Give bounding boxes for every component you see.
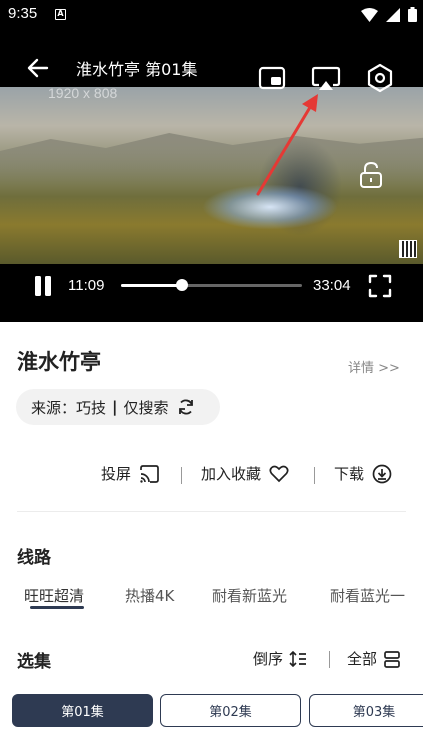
- favorite-label: 加入收藏: [201, 465, 262, 483]
- source-pill[interactable]: 来源：巧技 | 仅搜索: [16, 389, 220, 425]
- seek-bar-handle[interactable]: [175, 279, 188, 291]
- back-arrow-icon: [27, 58, 49, 78]
- sort-label: 倒序: [253, 650, 284, 668]
- heart-icon: [269, 465, 289, 482]
- player-title: 淮水竹亭 第01集: [76, 60, 198, 79]
- total-time: 33:04: [313, 277, 351, 294]
- settings-hexagon-icon: [367, 63, 393, 93]
- play-pause-button[interactable]: [30, 274, 56, 298]
- line-tab[interactable]: 耐看蓝光一: [330, 585, 405, 606]
- unlock-icon: [360, 161, 382, 188]
- list-view-icon: [384, 650, 400, 668]
- battery-icon: [408, 7, 417, 22]
- picture-in-picture-button[interactable]: [256, 64, 288, 92]
- action-divider: [314, 467, 315, 484]
- download-label: 下载: [334, 465, 365, 483]
- pause-icon: [35, 276, 51, 296]
- download-icon: [372, 464, 392, 483]
- all-label: 全部: [347, 650, 378, 668]
- favorite-action[interactable]: 加入收藏: [201, 463, 289, 484]
- sort-toggle[interactable]: 倒序: [253, 648, 307, 669]
- details-link[interactable]: 详情 >>: [348, 357, 400, 376]
- line-tab[interactable]: 旺旺超清: [24, 585, 84, 606]
- fullscreen-button[interactable]: [366, 272, 394, 300]
- back-button[interactable]: [24, 56, 52, 80]
- episode-controls-divider: [329, 651, 330, 668]
- active-line-indicator: [30, 606, 84, 609]
- episode-chip[interactable]: 第01集: [12, 694, 153, 727]
- seek-bar-progress: [121, 284, 182, 287]
- download-action[interactable]: 下载: [334, 463, 392, 484]
- fullscreen-icon: [368, 274, 392, 298]
- status-icons: [361, 7, 417, 22]
- notification-a-icon: A: [55, 9, 66, 20]
- picture-in-picture-icon: [258, 66, 286, 90]
- episodes-section-title: 选集: [17, 652, 51, 672]
- current-time: 11:09: [68, 277, 105, 294]
- video-player[interactable]: 淮水竹亭 第01集 1920 x 808 11:09 33:04: [0, 30, 423, 322]
- action-divider: [181, 467, 182, 484]
- sort-icon: [289, 650, 307, 667]
- seek-bar[interactable]: [121, 279, 302, 291]
- qr-code-watermark: [399, 240, 417, 258]
- show-title: 淮水竹亭: [17, 350, 101, 374]
- lines-section-title: 线路: [17, 548, 51, 568]
- show-all-episodes[interactable]: 全部: [347, 648, 401, 669]
- settings-button[interactable]: [364, 62, 396, 94]
- divider: [17, 511, 406, 512]
- cast-airplay-icon: [311, 66, 341, 90]
- cast-icon: [140, 464, 159, 483]
- source-label: 来源：巧技: [31, 398, 107, 417]
- episode-controls: 倒序 全部: [253, 648, 423, 670]
- episode-chip[interactable]: 第03集: [309, 694, 423, 727]
- status-time: 9:35: [8, 5, 38, 22]
- annotation-arrow: [256, 94, 318, 196]
- wifi-icon: [361, 7, 378, 22]
- action-bar: 投屏 加入收藏 下载: [0, 463, 423, 489]
- source-separator: |: [112, 398, 118, 416]
- line-tab[interactable]: 热播4K: [125, 585, 174, 606]
- episode-chip[interactable]: 第02集: [160, 694, 301, 727]
- status-bar: 9:35 A: [0, 0, 423, 30]
- cellular-icon: [386, 7, 400, 22]
- cast-label: 投屏: [101, 465, 132, 483]
- line-tab[interactable]: 耐看新蓝光: [212, 585, 287, 606]
- episode-list: 第01集 第02集 第03集: [0, 694, 423, 728]
- cast-action[interactable]: 投屏: [101, 463, 159, 484]
- lock-screen-button[interactable]: [356, 160, 386, 190]
- refresh-icon[interactable]: [177, 398, 195, 416]
- source-search-only: 仅搜索: [123, 398, 169, 417]
- resolution-label: 1920 x 808: [48, 85, 118, 101]
